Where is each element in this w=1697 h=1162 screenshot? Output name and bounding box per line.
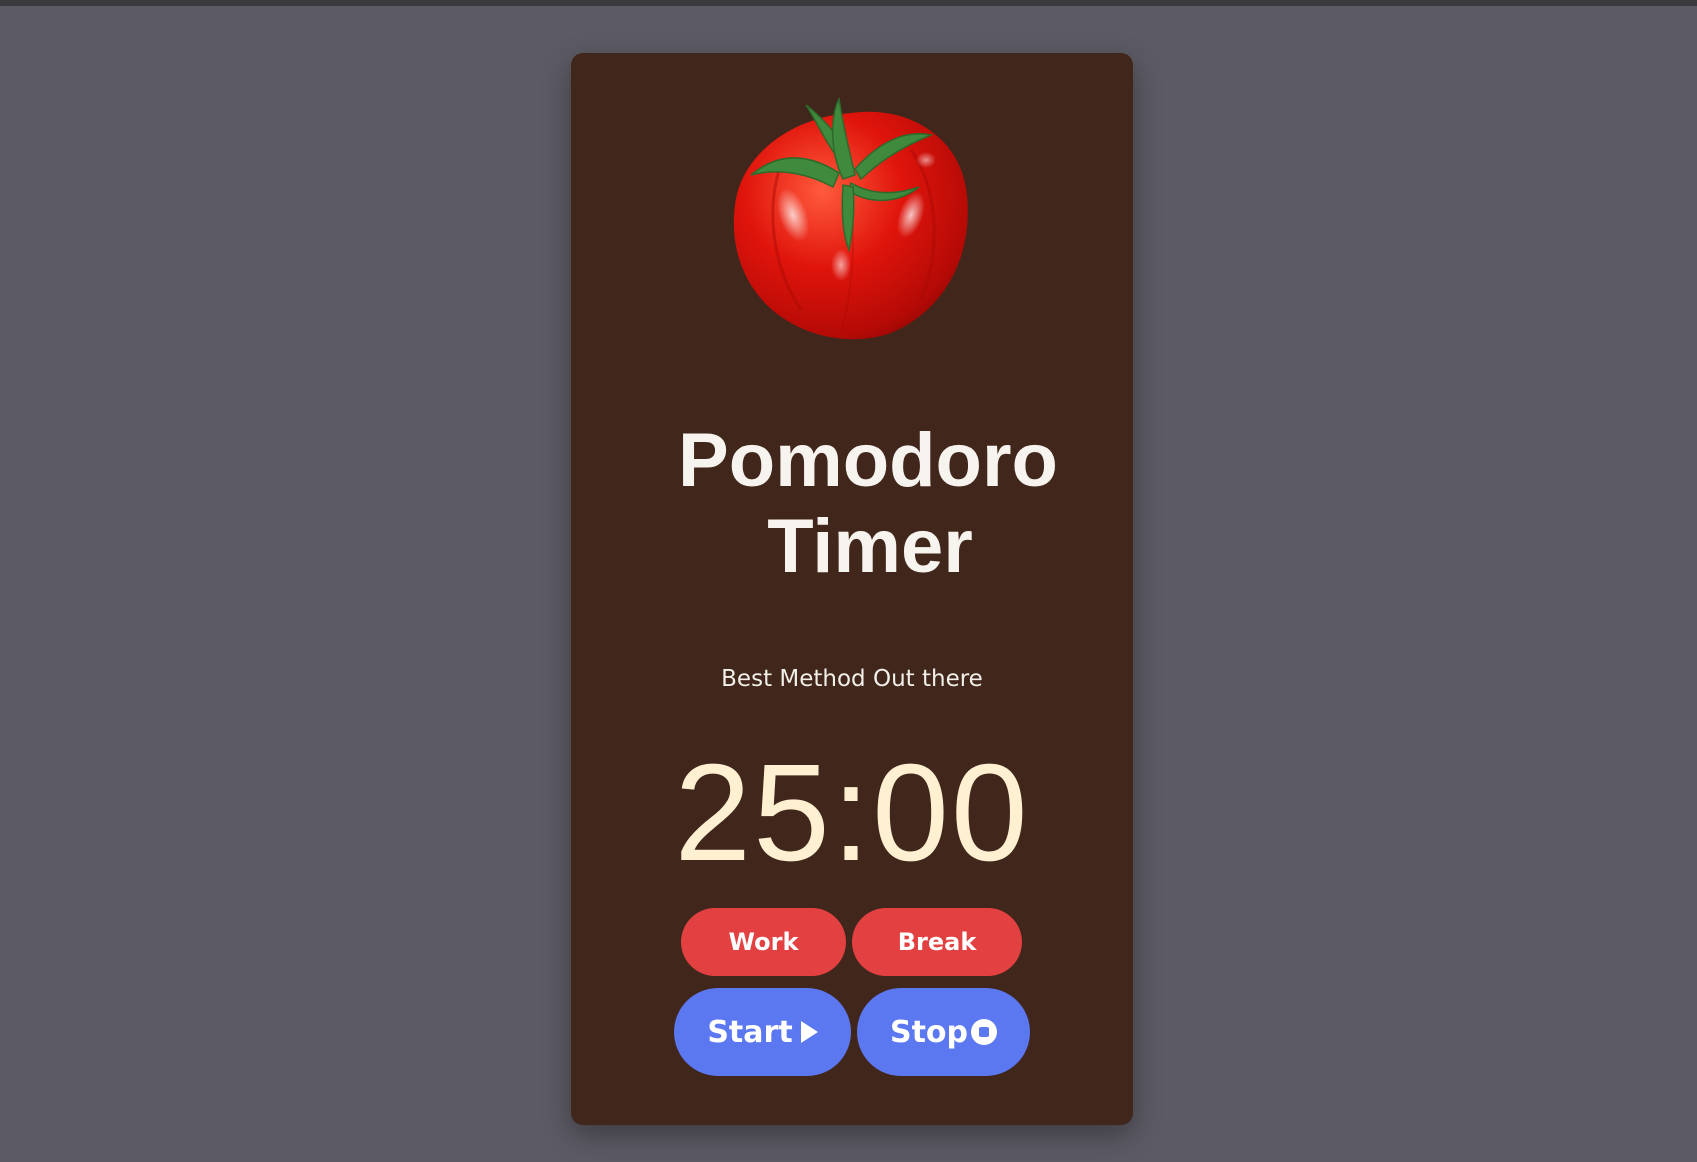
start-button[interactable]: Start	[674, 988, 851, 1076]
work-mode-button[interactable]: Work	[681, 908, 846, 976]
break-mode-label: Break	[897, 928, 977, 956]
browser-top-edge	[0, 0, 1697, 6]
tomato-image	[721, 95, 981, 341]
subtitle: Best Method Out there	[721, 666, 983, 692]
title-line-2: Timer	[767, 504, 973, 589]
page-title: Pomodoro Timer	[571, 418, 1133, 590]
break-mode-button[interactable]: Break	[852, 908, 1022, 976]
play-icon	[800, 1021, 818, 1043]
stop-circle-icon	[971, 1019, 998, 1045]
start-label: Start	[707, 1014, 793, 1050]
stop-label: Stop	[889, 1014, 969, 1050]
work-mode-label: Work	[728, 928, 799, 956]
pomodoro-card: Pomodoro Timer Best Method Out there 25:…	[571, 53, 1133, 1125]
stop-button[interactable]: Stop	[857, 988, 1030, 1076]
timer-display: 25:00	[674, 736, 1030, 890]
title-line-1: Pomodoro	[678, 418, 1058, 503]
